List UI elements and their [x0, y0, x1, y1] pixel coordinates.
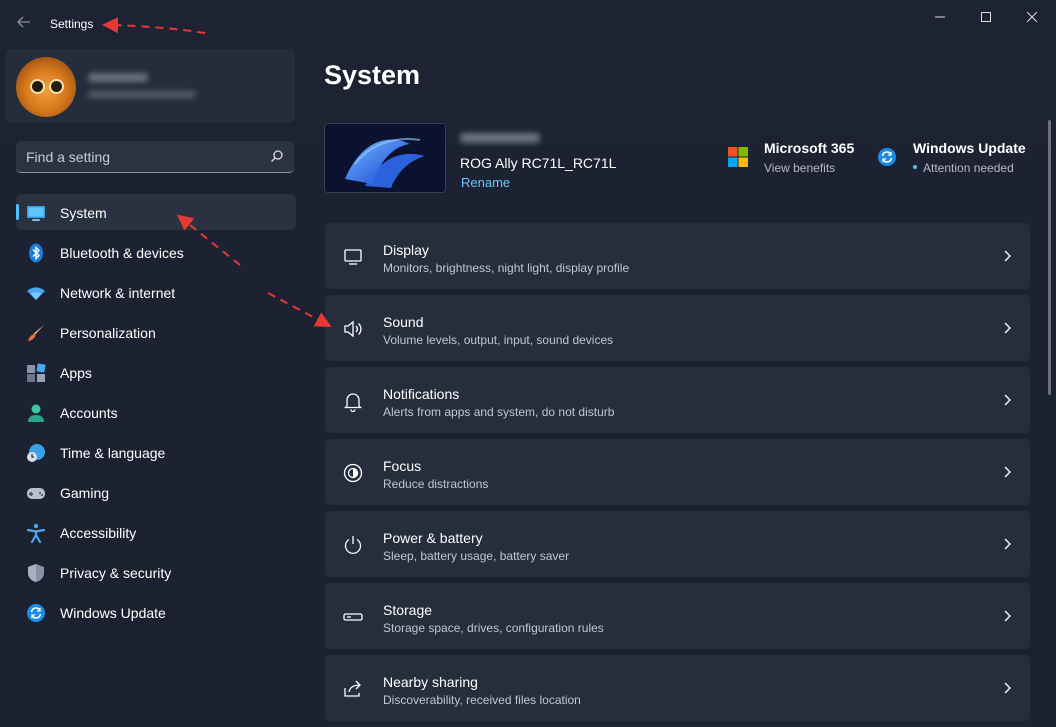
chevron-right-icon — [1002, 609, 1012, 623]
sidebar-item-system[interactable]: System — [16, 194, 296, 230]
quick-link-subtitle: View benefits — [764, 161, 836, 175]
update-icon — [877, 147, 897, 172]
quick-link-title: Windows Update — [913, 140, 1026, 156]
update-icon — [26, 603, 46, 623]
sidebar-item-label: Privacy & security — [60, 565, 172, 581]
accessibility-icon — [26, 523, 46, 544]
sidebar-item-time-language[interactable]: Time & language — [16, 434, 296, 470]
storage-icon — [342, 606, 364, 628]
annotation-arrow-title — [102, 17, 206, 34]
search-input[interactable]: Find a setting — [26, 149, 110, 165]
card-subtitle: Alerts from apps and system, do not dist… — [383, 405, 615, 419]
shield-icon — [26, 563, 46, 583]
rename-link[interactable]: Rename — [461, 175, 510, 190]
card-subtitle: Monitors, brightness, night light, displ… — [383, 261, 630, 275]
sidebar-item-label: Apps — [60, 365, 92, 381]
gamepad-icon — [26, 483, 46, 503]
sidebar-item-accessibility[interactable]: Accessibility — [16, 514, 296, 550]
user-profile-card[interactable] — [6, 49, 295, 123]
quick-link-title: Microsoft 365 — [764, 140, 855, 156]
sidebar-item-bluetooth[interactable]: Bluetooth & devices — [16, 234, 296, 270]
chevron-right-icon — [1002, 537, 1012, 551]
avatar-eye-left — [30, 79, 45, 94]
chevron-right-icon — [1002, 393, 1012, 407]
chevron-right-icon — [1002, 681, 1012, 695]
card-storage[interactable]: Storage Storage space, drives, configura… — [325, 583, 1030, 649]
sidebar-item-label: Windows Update — [60, 605, 166, 621]
card-focus[interactable]: Focus Reduce distractions — [325, 439, 1030, 505]
quick-link-subtitle: Attention needed — [923, 161, 1014, 175]
sidebar-item-label: Network & internet — [60, 285, 176, 301]
user-name-blurred — [88, 73, 148, 82]
close-button[interactable] — [1009, 6, 1055, 28]
sidebar-item-label: Personalization — [60, 325, 156, 341]
sidebar-item-label: Gaming — [60, 485, 110, 501]
settings-window: Settings Find a setting System Bluetooth… — [0, 0, 1056, 721]
sidebar-item-label: System — [60, 205, 107, 221]
card-nearby-sharing[interactable]: Nearby sharing Discoverability, received… — [325, 655, 1030, 721]
card-title: Focus — [383, 458, 422, 474]
device-model: ROG Ally RC71L_RC71L — [460, 155, 617, 171]
user-email-blurred — [88, 91, 196, 98]
chevron-right-icon — [1002, 321, 1012, 335]
device-name-blurred — [460, 133, 540, 143]
app-title: Settings — [50, 17, 94, 31]
share-icon — [342, 678, 364, 700]
power-icon — [342, 534, 364, 556]
search-icon[interactable] — [270, 149, 284, 163]
sidebar-item-label: Accessibility — [60, 525, 137, 541]
sidebar-item-apps[interactable]: Apps — [16, 354, 296, 390]
bluetooth-icon — [26, 243, 46, 263]
sidebar-item-windows-update[interactable]: Windows Update — [16, 594, 296, 630]
avatar — [16, 57, 76, 117]
card-title: Sound — [383, 314, 424, 330]
card-display[interactable]: Display Monitors, brightness, night ligh… — [325, 223, 1030, 289]
card-sound[interactable]: Sound Volume levels, output, input, soun… — [325, 295, 1030, 361]
card-subtitle: Reduce distractions — [383, 477, 489, 491]
card-subtitle: Storage space, drives, configuration rul… — [383, 621, 604, 635]
sidebar-nav: System Bluetooth & devices Network & int… — [16, 194, 296, 634]
clock-globe-icon — [26, 443, 46, 463]
sidebar-item-accounts[interactable]: Accounts — [16, 394, 296, 430]
card-title: Power & battery — [383, 530, 483, 546]
speaker-icon — [342, 318, 364, 340]
sidebar-item-gaming[interactable]: Gaming — [16, 474, 296, 510]
minimize-button[interactable] — [917, 6, 963, 28]
card-title: Notifications — [383, 386, 460, 402]
sidebar-item-label: Bluetooth & devices — [60, 245, 184, 261]
sidebar-item-label: Accounts — [60, 405, 118, 421]
card-power-battery[interactable]: Power & battery Sleep, battery usage, ba… — [325, 511, 1030, 577]
bell-icon — [342, 390, 364, 413]
microsoft-logo-icon — [728, 147, 748, 172]
back-arrow-icon[interactable] — [16, 14, 32, 30]
card-title: Nearby sharing — [383, 674, 478, 690]
apps-icon — [26, 363, 46, 383]
avatar-eye-right — [49, 79, 64, 94]
sidebar-item-privacy[interactable]: Privacy & security — [16, 554, 296, 590]
card-title: Display — [383, 242, 429, 258]
page-title: System — [324, 60, 421, 90]
focus-icon — [342, 462, 364, 484]
person-icon — [26, 403, 46, 423]
vertical-scrollbar[interactable] — [1048, 120, 1051, 395]
device-wallpaper-image — [324, 123, 446, 193]
sidebar-item-network[interactable]: Network & internet — [16, 274, 296, 310]
card-title: Storage — [383, 602, 433, 618]
card-subtitle: Sleep, battery usage, battery saver — [383, 549, 570, 563]
display-icon — [342, 246, 364, 268]
card-subtitle: Discoverability, received files location — [383, 693, 581, 707]
sidebar-item-label: Time & language — [60, 445, 166, 461]
chevron-right-icon — [1002, 465, 1012, 479]
search-box[interactable]: Find a setting — [16, 141, 294, 173]
chevron-right-icon — [1002, 249, 1012, 263]
sidebar-item-personalization[interactable]: Personalization — [16, 314, 296, 350]
brush-icon — [26, 323, 46, 343]
settings-card-list: Display Monitors, brightness, night ligh… — [325, 223, 1030, 727]
card-notifications[interactable]: Notifications Alerts from apps and syste… — [325, 367, 1030, 433]
wifi-icon — [26, 283, 46, 303]
monitor-icon — [26, 203, 46, 223]
card-subtitle: Volume levels, output, input, sound devi… — [383, 333, 614, 347]
attention-dot — [913, 165, 917, 169]
maximize-button[interactable] — [963, 6, 1009, 28]
